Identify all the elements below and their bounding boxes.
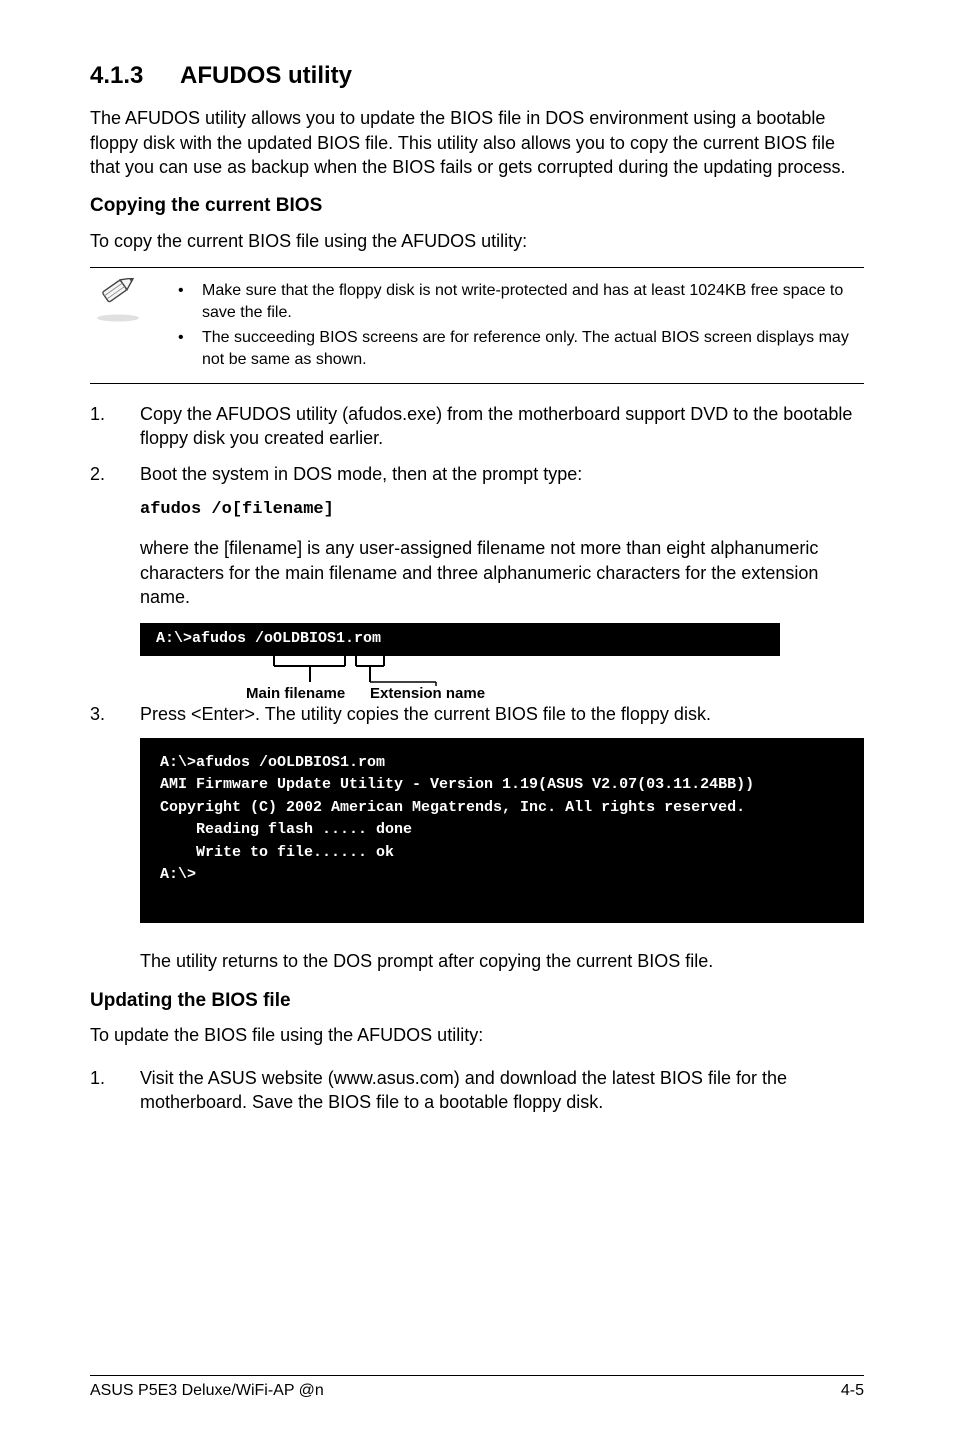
footer-left: ASUS P5E3 Deluxe/WiFi-AP @n (90, 1380, 324, 1402)
terminal-small: A:\>afudos /oOLDBIOS1.rom (140, 623, 780, 655)
note-block: Make sure that the floppy disk is not wr… (90, 267, 864, 383)
section-number: 4.1.3 (90, 60, 180, 92)
updating-heading: Updating the BIOS file (90, 988, 864, 1014)
command-text: afudos /o[filename] (140, 500, 334, 519)
copying-lead: To copy the current BIOS file using the … (90, 229, 864, 253)
step-2: Boot the system in DOS mode, then at the… (90, 462, 864, 486)
copying-heading: Copying the current BIOS (90, 193, 864, 219)
updating-lead: To update the BIOS file using the AFUDOS… (90, 1023, 864, 1047)
section-title-text: AFUDOS utility (180, 62, 352, 89)
step-1: Copy the AFUDOS utility (afudos.exe) fro… (90, 402, 864, 451)
after-term-text: The utility returns to the DOS prompt af… (90, 949, 864, 973)
terminal-large: A:\>afudos /oOLDBIOS1.rom AMI Firmware U… (140, 738, 864, 924)
step-3: Press <Enter>. The utility copies the cu… (90, 702, 864, 726)
updating-steps-list: Visit the ASUS website (www.asus.com) an… (90, 1066, 864, 1115)
page-footer: ASUS P5E3 Deluxe/WiFi-AP @n 4-5 (90, 1375, 864, 1402)
pencil-icon (90, 276, 146, 322)
note-item: Make sure that the floppy disk is not wr… (170, 280, 864, 323)
note-item: The succeeding BIOS screens are for refe… (170, 327, 864, 370)
section-title: 4.1.3AFUDOS utility (90, 60, 864, 92)
footer-right: 4-5 (841, 1380, 864, 1402)
updating-step-1: Visit the ASUS website (www.asus.com) an… (90, 1066, 864, 1115)
intro-paragraph: The AFUDOS utility allows you to update … (90, 106, 864, 179)
steps-list: Copy the AFUDOS utility (afudos.exe) fro… (90, 402, 864, 487)
explain-paragraph: where the [filename] is any user-assigne… (90, 536, 864, 609)
steps-list-continued: Press <Enter>. The utility copies the cu… (90, 702, 864, 726)
filename-annotation: Main filename Extension name (140, 656, 780, 702)
